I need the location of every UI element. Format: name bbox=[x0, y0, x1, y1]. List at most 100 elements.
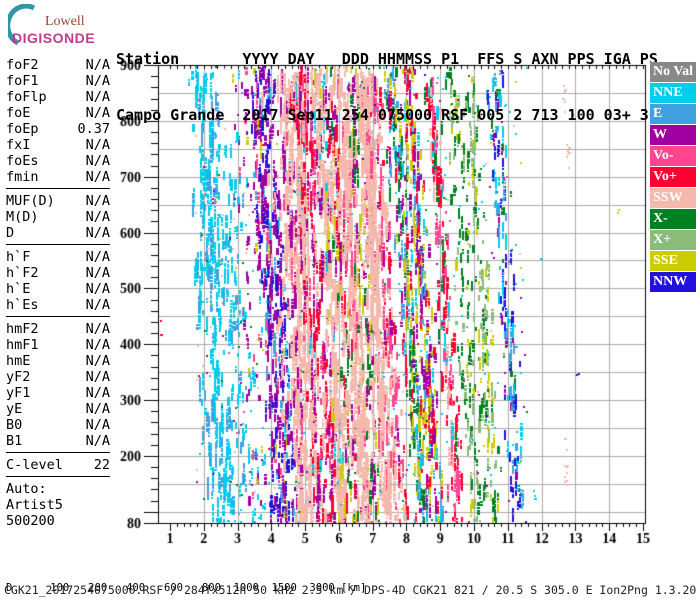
param-value: 0.37 bbox=[77, 121, 110, 137]
legend-item-sse: SSE bbox=[650, 251, 696, 271]
param-row: Artist5 bbox=[6, 497, 110, 513]
param-label: C-level bbox=[6, 457, 63, 473]
param-label: B0 bbox=[6, 417, 23, 433]
legend-item-noval: No Val bbox=[650, 62, 696, 82]
legend-item-nnw: NNW bbox=[650, 272, 696, 292]
param-label: foFlp bbox=[6, 89, 47, 105]
param-value: N/A bbox=[85, 89, 110, 105]
param-value: N/A bbox=[85, 73, 110, 89]
param-label: B1 bbox=[6, 433, 23, 449]
param-row: h`Es N/A bbox=[6, 297, 110, 313]
param-label: foEs bbox=[6, 153, 39, 169]
param-value: N/A bbox=[85, 353, 110, 369]
param-divider bbox=[6, 188, 110, 189]
param-value: N/A bbox=[85, 209, 110, 225]
legend-item-w: W bbox=[650, 125, 696, 145]
param-value: N/A bbox=[85, 321, 110, 337]
param-value: N/A bbox=[85, 385, 110, 401]
param-value: N/A bbox=[85, 105, 110, 121]
param-row: h`E N/A bbox=[6, 281, 110, 297]
param-value: N/A bbox=[85, 249, 110, 265]
param-row: D N/A bbox=[6, 225, 110, 241]
param-label: foEp bbox=[6, 121, 39, 137]
param-row: MUF(D) N/A bbox=[6, 193, 110, 209]
param-row: hmF1 N/A bbox=[6, 337, 110, 353]
param-row: foE N/A bbox=[6, 105, 110, 121]
param-row: h`F N/A bbox=[6, 249, 110, 265]
digisonde-logo: Lowell DIGISONDE bbox=[8, 4, 118, 56]
param-label: yF2 bbox=[6, 369, 31, 385]
param-label: foE bbox=[6, 105, 31, 121]
param-label: M(D) bbox=[6, 209, 39, 225]
param-label: hmF1 bbox=[6, 337, 39, 353]
param-row: yE N/A bbox=[6, 401, 110, 417]
param-label: h`Es bbox=[6, 297, 39, 313]
param-divider bbox=[6, 244, 110, 245]
param-value: N/A bbox=[85, 169, 110, 185]
param-value: N/A bbox=[85, 433, 110, 449]
param-label: fxI bbox=[6, 137, 31, 153]
header-block: Station YYYY DAY DDD HHMMSS P1 FFS S AXN… bbox=[116, 13, 658, 161]
param-panel: foF2 N/A foF1 N/A foFlp N/A foE N/A foEp 0.37 fxI N… bbox=[6, 57, 110, 529]
logo-digisonde-text: DIGISONDE bbox=[12, 30, 96, 46]
param-value: N/A bbox=[85, 225, 110, 241]
param-value: N/A bbox=[85, 265, 110, 281]
legend-item-x+: X+ bbox=[650, 230, 696, 250]
param-label: foF1 bbox=[6, 73, 39, 89]
param-value: N/A bbox=[85, 193, 110, 209]
param-label: hmF2 bbox=[6, 321, 39, 337]
param-row: hmF2 N/A bbox=[6, 321, 110, 337]
param-value: N/A bbox=[85, 281, 110, 297]
param-row: B1 N/A bbox=[6, 433, 110, 449]
param-value: N/A bbox=[85, 369, 110, 385]
param-row: C-level 22 bbox=[6, 457, 110, 473]
param-label: 500200 bbox=[6, 513, 55, 529]
param-row: foF1 N/A bbox=[6, 73, 110, 89]
legend-item-vo+: Vo+ bbox=[650, 167, 696, 187]
param-row: B0 N/A bbox=[6, 417, 110, 433]
param-label: Auto: bbox=[6, 481, 47, 497]
param-row: yF2 N/A bbox=[6, 369, 110, 385]
param-value: N/A bbox=[85, 297, 110, 313]
legend-item-e: E bbox=[650, 104, 696, 124]
param-label: h`F bbox=[6, 249, 31, 265]
param-value: N/A bbox=[85, 401, 110, 417]
param-divider bbox=[6, 476, 110, 477]
param-label: h`E bbox=[6, 281, 31, 297]
param-label: yF1 bbox=[6, 385, 31, 401]
echo-direction-legend: No Val NNE E W Vo- Vo+ SSW X- X+ SSE NNW bbox=[650, 62, 696, 293]
status-line: CGK21_2017254075000.RSF / 284fx512h 50 k… bbox=[4, 583, 697, 597]
ionogram-screen: Lowell DIGISONDE Station YYYY DAY DDD HH… bbox=[0, 0, 700, 600]
param-label: D bbox=[6, 225, 15, 241]
legend-item-vo-: Vo- bbox=[650, 146, 696, 166]
param-row: foEs N/A bbox=[6, 153, 110, 169]
logo-lowell-text: Lowell bbox=[45, 14, 85, 29]
header-line-1: Station YYYY DAY DDD HHMMSS P1 FFS S AXN… bbox=[116, 50, 658, 68]
param-row: fxI N/A bbox=[6, 137, 110, 153]
param-row: foF2 N/A bbox=[6, 57, 110, 73]
param-row: yF1 N/A bbox=[6, 385, 110, 401]
param-row: fmin N/A bbox=[6, 169, 110, 185]
param-row: foFlp N/A bbox=[6, 89, 110, 105]
param-value: N/A bbox=[85, 153, 110, 169]
param-row: M(D) N/A bbox=[6, 209, 110, 225]
param-row: 500200 bbox=[6, 513, 110, 529]
param-label: MUF(D) bbox=[6, 193, 55, 209]
param-divider bbox=[6, 452, 110, 453]
param-label: h`F2 bbox=[6, 265, 39, 281]
legend-item-ssw: SSW bbox=[650, 188, 696, 208]
param-value: N/A bbox=[85, 337, 110, 353]
param-value: 22 bbox=[93, 457, 110, 473]
param-value: N/A bbox=[85, 417, 110, 433]
param-row: h`F2 N/A bbox=[6, 265, 110, 281]
param-value: N/A bbox=[85, 57, 110, 73]
header-line-2: Campo Grande 2017 Sep11 254 075000 RSF 0… bbox=[116, 105, 658, 124]
param-divider bbox=[6, 316, 110, 317]
param-label: hmE bbox=[6, 353, 31, 369]
param-row: hmE N/A bbox=[6, 353, 110, 369]
param-label: foF2 bbox=[6, 57, 39, 73]
param-label: fmin bbox=[6, 169, 39, 185]
param-label: Artist5 bbox=[6, 497, 63, 513]
param-row: Auto: bbox=[6, 481, 110, 497]
param-value: N/A bbox=[85, 137, 110, 153]
